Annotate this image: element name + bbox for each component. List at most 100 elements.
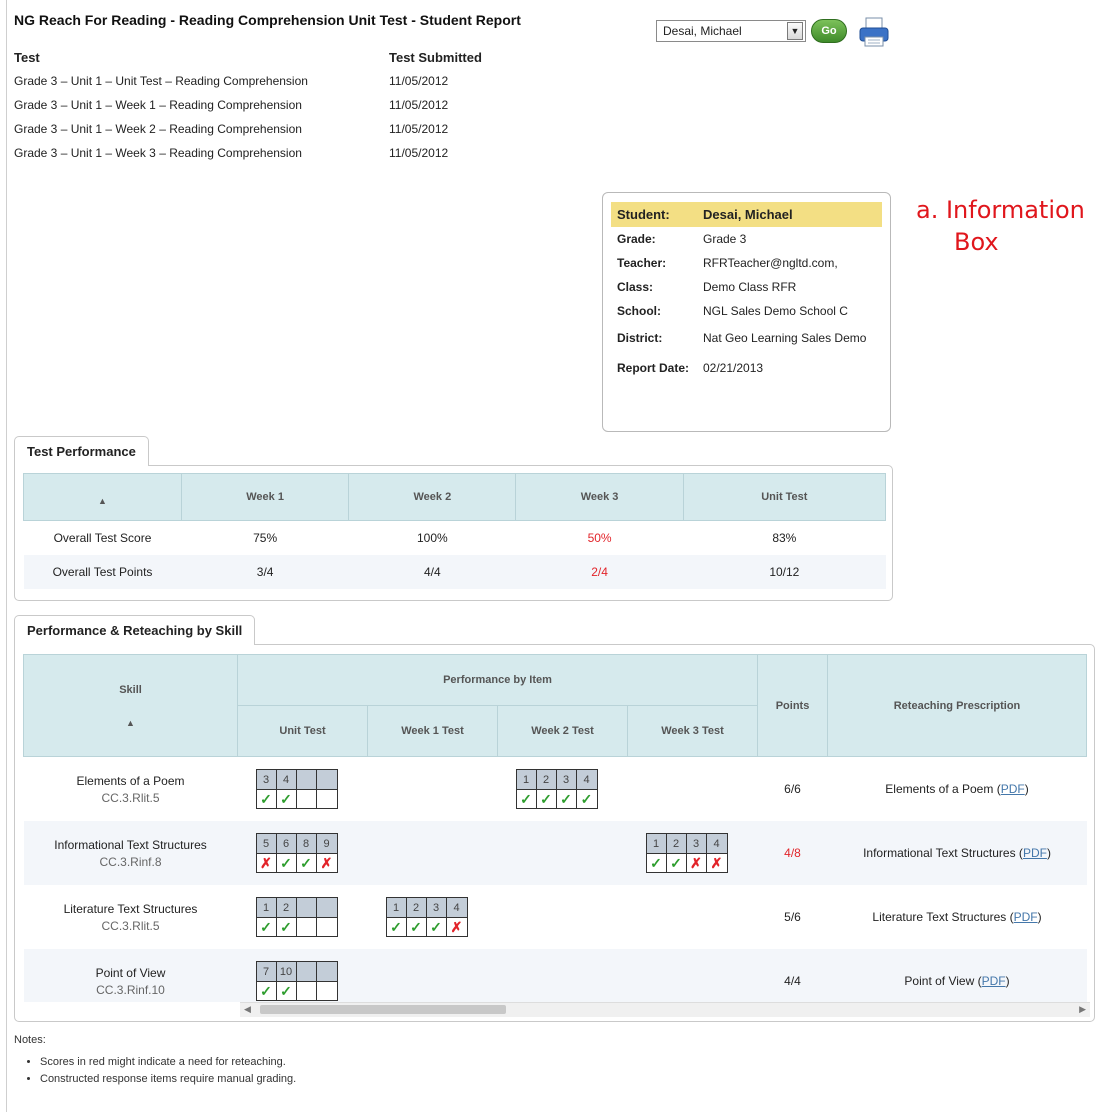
table-row: Overall Test Score 75% 100% 50% 83% <box>24 521 886 556</box>
test-name: Grade 3 – Unit 1 – Week 2 – Reading Comp… <box>14 122 302 136</box>
col-header-prescription: Reteaching Prescription <box>827 654 1087 757</box>
item-number: 2 <box>406 898 427 918</box>
test-performance-panel: ▲ Week 1 Week 2 Week 3 Unit Test Overall… <box>14 465 893 601</box>
item-number <box>316 898 337 918</box>
item-number: 3 <box>426 898 447 918</box>
scrollbar-thumb[interactable] <box>260 1005 506 1014</box>
test-date: 11/05/2012 <box>389 122 449 136</box>
check-icon: ✓ <box>256 918 277 936</box>
col-header-performance-by-item: Performance by Item <box>236 654 759 706</box>
item-number: 4 <box>576 770 597 790</box>
info-row-class: Class: Demo Class RFR <box>611 275 882 299</box>
item-number: 1 <box>516 770 537 790</box>
check-icon: ✓ <box>276 790 297 808</box>
info-row-grade: Grade: Grade 3 <box>611 227 882 251</box>
item-grid: 5 6 8 9 ✗ ✓ ✓ ✗ <box>255 833 338 873</box>
annotation-label: a. Information Box <box>916 194 1085 258</box>
item-number: 3 <box>256 770 277 790</box>
student-select-value: Desai, Michael <box>663 24 742 38</box>
check-icon: ✓ <box>296 854 317 872</box>
skill-cell: Informational Text Structures CC.3.Rinf.… <box>23 821 238 885</box>
info-label: Student: <box>611 202 697 227</box>
test-name: Grade 3 – Unit 1 – Week 3 – Reading Comp… <box>14 146 302 160</box>
go-button[interactable]: Go <box>811 19 847 43</box>
item-grid: 3 4 ✓ ✓ <box>255 769 338 809</box>
col-header-skill[interactable]: Skill ▲ <box>23 654 238 757</box>
item-cell <box>498 885 628 949</box>
test-name: Grade 3 – Unit 1 – Unit Test – Reading C… <box>14 74 308 88</box>
pdf-link[interactable]: PDF <box>982 974 1006 988</box>
table-row: Grade 3 – Unit 1 – Week 3 – Reading Comp… <box>14 142 482 166</box>
info-label: Grade: <box>617 232 656 246</box>
item-cell <box>368 757 498 822</box>
tab-performance-reteaching[interactable]: Performance & Reteaching by Skill <box>14 615 256 645</box>
item-cell <box>367 949 498 1002</box>
cross-icon: ✗ <box>446 918 467 936</box>
pdf-link[interactable]: PDF <box>1023 846 1047 860</box>
info-value: Demo Class RFR <box>703 280 797 294</box>
test-date: 11/05/2012 <box>389 74 449 88</box>
check-icon: ✓ <box>406 918 427 936</box>
points-cell: 10/12 <box>683 555 886 589</box>
notes-title: Notes: <box>14 1034 46 1046</box>
check-icon: ✓ <box>516 790 537 808</box>
item-number: 1 <box>646 834 667 854</box>
sort-up-icon[interactable]: ▲ <box>25 496 180 506</box>
skill-code: CC.3.Rlit.5 <box>101 918 160 933</box>
item-number: 5 <box>256 834 277 854</box>
item-cell: 1 2 3 4 ✓ ✓ ✓ ✗ <box>368 885 498 949</box>
item-cell <box>627 949 758 1002</box>
horizontal-scrollbar[interactable]: ◀ ▶ <box>240 1002 1090 1017</box>
skill-code: CC.3.Rinf.8 <box>99 854 162 869</box>
test-date: 11/05/2012 <box>389 146 449 160</box>
item-number: 4 <box>706 834 727 854</box>
item-grid: 1 2 ✓ ✓ <box>255 897 338 937</box>
table-row: Elements of a Poem CC.3.Rlit.5 3 4 ✓ ✓ 1… <box>24 757 1087 822</box>
list-item: Constructed response items require manua… <box>40 1073 296 1085</box>
scroll-right-icon[interactable]: ▶ <box>1079 1004 1086 1015</box>
item-number <box>316 770 337 790</box>
sort-header[interactable]: ▲ <box>23 473 182 521</box>
item-cell: 1 2 3 4 ✓ ✓ ✓ ✓ <box>498 757 628 822</box>
info-label: School: <box>617 304 661 318</box>
item-number <box>296 962 317 982</box>
points-cell: 4/4 <box>348 555 516 589</box>
empty-mark <box>316 790 337 808</box>
pdf-link[interactable]: PDF <box>1001 782 1025 796</box>
col-header-week3-test: Week 3 Test <box>626 705 759 757</box>
test-name: Grade 3 – Unit 1 – Week 1 – Reading Comp… <box>14 98 302 112</box>
test-performance-table-wrap: ▲ Week 1 Week 2 Week 3 Unit Test Overall… <box>23 473 887 589</box>
item-number: 1 <box>256 898 277 918</box>
empty-mark <box>296 790 317 808</box>
test-performance-table: ▲ Week 1 Week 2 Week 3 Unit Test Overall… <box>23 473 887 589</box>
info-value: 02/21/2013 <box>703 361 764 375</box>
skill-name: Point of View <box>95 965 166 980</box>
info-label: District: <box>617 331 663 345</box>
skill-code: CC.3.Rlit.5 <box>101 790 160 805</box>
student-select[interactable]: Desai, Michael ▼ <box>656 20 806 42</box>
item-grid: 1 2 3 4 ✓ ✓ ✗ ✗ <box>645 833 728 873</box>
info-row-teacher: Teacher: RFRTeacher@ngltd.com, <box>611 251 882 275</box>
item-number <box>296 898 317 918</box>
check-icon: ✓ <box>536 790 557 808</box>
info-value: Nat Geo Learning Sales Demo <box>703 331 867 345</box>
sort-up-icon[interactable]: ▲ <box>25 718 236 728</box>
score-cell: 83% <box>772 531 797 545</box>
pdf-link[interactable]: PDF <box>1014 910 1038 924</box>
annotation-line: Box <box>954 228 999 256</box>
printer-icon[interactable] <box>857 15 891 49</box>
points-cell: 5/6 <box>784 910 801 924</box>
item-number <box>316 962 337 982</box>
cross-icon: ✗ <box>706 854 727 872</box>
scroll-left-icon[interactable]: ◀ <box>244 1004 251 1015</box>
prescription-cell: Literature Text Structures (PDF) <box>872 910 1042 924</box>
item-number: 4 <box>276 770 297 790</box>
chevron-down-icon[interactable]: ▼ <box>787 22 803 40</box>
prescription-cell: Point of View (PDF) <box>827 949 1087 1002</box>
tab-test-performance[interactable]: Test Performance <box>14 436 149 466</box>
table-row: Point of View CC.3.Rinf.10 7 10 ✓ ✓ 4/4 … <box>23 949 1087 1002</box>
list-item: Scores in red might indicate a need for … <box>40 1056 296 1068</box>
col-header-submitted: Test Submitted <box>389 50 482 65</box>
item-number: 6 <box>276 834 297 854</box>
item-number: 2 <box>536 770 557 790</box>
